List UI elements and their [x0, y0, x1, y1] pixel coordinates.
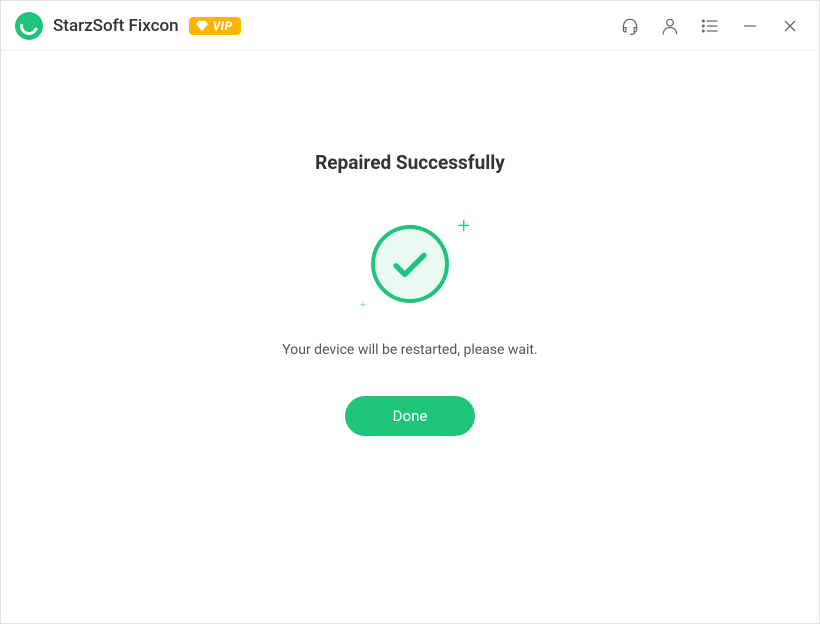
menu-button[interactable] — [699, 15, 721, 37]
person-icon — [660, 16, 680, 36]
status-message: Your device will be restarted, please wa… — [282, 342, 537, 358]
success-circle-icon — [371, 225, 449, 303]
done-button[interactable]: Done — [345, 396, 476, 436]
list-icon — [700, 16, 720, 36]
close-button[interactable] — [779, 15, 801, 37]
plus-decoration-icon: + — [360, 299, 366, 310]
titlebar-right — [619, 15, 801, 37]
headset-icon — [620, 16, 640, 36]
minimize-button[interactable] — [739, 15, 761, 37]
vip-label: VIP — [213, 19, 233, 33]
account-button[interactable] — [659, 15, 681, 37]
app-window: StarzSoft Fixcon VIP — [0, 0, 820, 624]
main-content: Repaired Successfully + + Your device wi… — [1, 51, 819, 623]
titlebar: StarzSoft Fixcon VIP — [1, 1, 819, 51]
app-title: StarzSoft Fixcon — [53, 16, 179, 36]
diamond-icon — [195, 19, 209, 33]
app-logo-icon — [15, 12, 43, 40]
minimize-icon — [740, 16, 760, 36]
checkmark-icon — [389, 243, 431, 285]
status-heading: Repaired Successfully — [315, 151, 505, 174]
support-button[interactable] — [619, 15, 641, 37]
titlebar-left: StarzSoft Fixcon VIP — [15, 12, 619, 40]
plus-decoration-icon: + — [458, 216, 470, 238]
close-icon — [780, 16, 800, 36]
success-icon-wrapper: + + — [340, 214, 480, 314]
vip-badge[interactable]: VIP — [189, 17, 241, 35]
